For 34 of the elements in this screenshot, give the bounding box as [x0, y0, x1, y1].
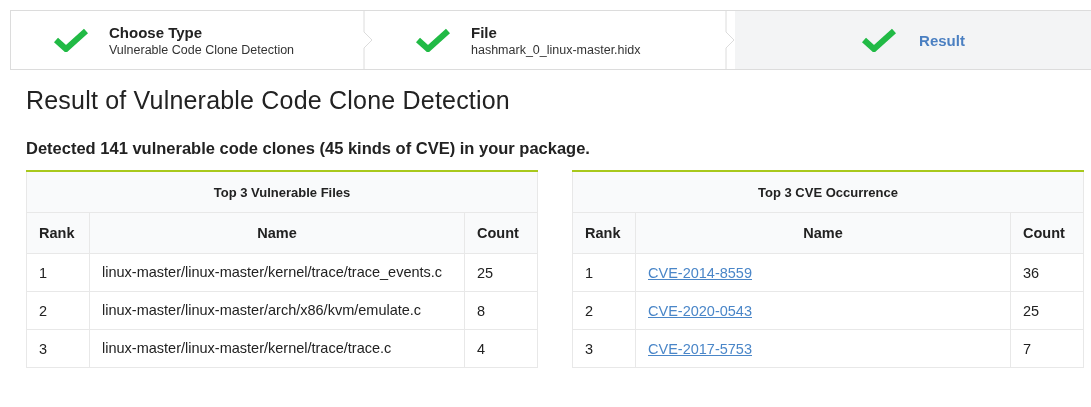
column-header: Count — [1010, 212, 1084, 254]
table-cell: 25 — [1010, 291, 1084, 330]
summary-text: Detected 141 vulnerable code clones (45 kinds of CVE) in your package. — [26, 139, 591, 158]
table-cell: 2 — [572, 291, 636, 330]
table-cell: 7 — [1010, 329, 1084, 368]
column-header: Rank — [26, 212, 90, 254]
column-header: Name — [89, 212, 465, 254]
step-tab[interactable]: File hashmark_0_linux-master.hidx — [373, 11, 735, 69]
page-heading: Result of Vulnerable Code Clone Detection — [26, 86, 511, 115]
table-cell: 2 — [26, 291, 90, 330]
table-title: Top 3 Vulnerable Files — [26, 171, 538, 213]
table-cell: 1 — [572, 253, 636, 292]
table-cell: linux-master/linux-master/kernel/trace/trace_events.c — [89, 253, 465, 292]
column-header: Rank — [572, 212, 636, 254]
column-header: Count — [464, 212, 538, 254]
table-cell: 3 — [26, 329, 90, 368]
step-tab[interactable]: Result — [735, 11, 1091, 69]
table-cell: linux-master/linux-master/arch/x86/kvm/emulate.c — [89, 291, 465, 330]
step-tab[interactable]: Choose Type Vulnerable Code Clone Detection — [11, 11, 373, 69]
cve-link[interactable]: CVE-2017-5753 — [648, 340, 752, 357]
table-cell: 36 — [1010, 253, 1084, 292]
cve-link[interactable]: CVE-2020-0543 — [648, 302, 752, 319]
table-title: Top 3 CVE Occurrence — [572, 171, 1084, 213]
cve-link[interactable]: CVE-2014-8559 — [648, 264, 752, 281]
table-cell: 3 — [572, 329, 636, 368]
checkmark-icon — [53, 28, 89, 52]
column-header: Name — [635, 212, 1011, 254]
table-cell: linux-master/linux-master/kernel/trace/trace.c — [89, 329, 465, 368]
checkmark-icon — [415, 28, 451, 52]
table-cell: 25 — [464, 253, 538, 292]
table-cell: 1 — [26, 253, 90, 292]
checkmark-icon — [861, 28, 898, 52]
table-cell: 8 — [464, 291, 538, 330]
table-cell: 4 — [464, 329, 538, 368]
